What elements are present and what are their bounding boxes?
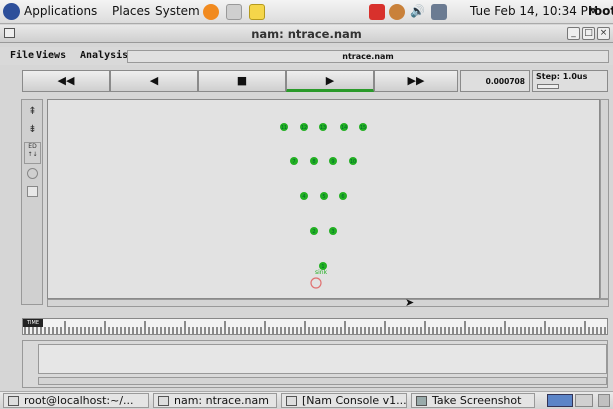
fast-forward-button[interactable]: ▶▶ bbox=[374, 70, 458, 92]
play-button[interactable]: ▶ bbox=[286, 70, 374, 92]
menu-views[interactable]: Views bbox=[36, 50, 66, 61]
applications-menu[interactable]: Applications bbox=[24, 4, 97, 18]
alert-icon[interactable] bbox=[369, 4, 385, 20]
system-menu[interactable]: System bbox=[155, 4, 200, 18]
volume-icon[interactable]: 🔊 bbox=[410, 4, 425, 18]
stop-button[interactable]: ■ bbox=[198, 70, 286, 92]
menu-file[interactable]: File bbox=[10, 50, 34, 61]
update-icon[interactable] bbox=[389, 4, 405, 20]
node-label-9: 9 bbox=[331, 159, 334, 165]
edit-tool-button[interactable]: ED ↑↓ bbox=[24, 142, 41, 164]
node-label-2: 2 bbox=[312, 229, 315, 235]
window-titlebar: nam: ntrace.nam _ □ × bbox=[0, 25, 613, 43]
node-label-11: 11 bbox=[281, 125, 287, 131]
window-icon bbox=[286, 396, 297, 406]
node-label-3: 3 bbox=[331, 229, 334, 235]
terminal-icon bbox=[8, 396, 19, 406]
step-control[interactable]: Step: 1.0us bbox=[532, 70, 608, 92]
trace-file-label: ntrace.nam bbox=[127, 50, 609, 63]
node-label-15: 15 bbox=[360, 125, 366, 131]
step-slider[interactable] bbox=[537, 84, 559, 89]
sink-label: sink bbox=[315, 269, 328, 276]
node-label-8: 8 bbox=[312, 159, 315, 165]
sink-range-ring bbox=[310, 277, 322, 289]
annotation-scrollbar[interactable] bbox=[38, 377, 607, 385]
node-label-10: 10 bbox=[350, 159, 356, 165]
camera-icon bbox=[416, 396, 427, 406]
step-back-button[interactable]: ◀ bbox=[110, 70, 198, 92]
taskbar-nam[interactable]: nam: ntrace.nam bbox=[153, 393, 277, 408]
network-topology: 11 12 13 14 157 8 9 104 5 62 31sink bbox=[280, 123, 367, 289]
network-icon[interactable] bbox=[431, 4, 447, 20]
fedora-logo-icon[interactable] bbox=[3, 3, 20, 20]
minimize-button[interactable]: _ bbox=[567, 27, 580, 40]
notes-icon[interactable] bbox=[249, 4, 265, 20]
taskbar-screenshot[interactable]: Take Screenshot bbox=[411, 393, 535, 408]
user-name[interactable]: root bbox=[588, 4, 613, 18]
node-label-14: 14 bbox=[341, 125, 347, 131]
timeline-label: TIME bbox=[23, 319, 43, 327]
annotation-list[interactable] bbox=[38, 344, 607, 374]
zoom-in-button[interactable]: ⇞ bbox=[24, 104, 41, 119]
time-display: 0.000708 bbox=[460, 70, 530, 92]
node-label-6: 6 bbox=[341, 194, 344, 200]
node-label-12: 12 bbox=[301, 125, 307, 131]
circle-tool-icon[interactable] bbox=[27, 168, 38, 179]
node-label-4: 4 bbox=[302, 194, 305, 200]
node-label-7: 7 bbox=[292, 159, 295, 165]
horizontal-scrollbar[interactable] bbox=[47, 299, 609, 307]
places-menu[interactable]: Places bbox=[112, 4, 150, 18]
taskbar-terminal[interactable]: root@localhost:~/... bbox=[3, 393, 149, 408]
workspace-2[interactable] bbox=[575, 394, 593, 407]
clock[interactable]: Tue Feb 14, 10:34 PM bbox=[470, 4, 598, 18]
taskbar-nam-console[interactable]: [Nam Console v1.... bbox=[281, 393, 407, 408]
top-panel: Applications Places System 🔊 Tue Feb 14,… bbox=[0, 0, 613, 24]
workspace-1[interactable] bbox=[547, 394, 573, 407]
vertical-scrollbar[interactable] bbox=[600, 99, 609, 299]
node-tool-icon[interactable] bbox=[27, 186, 38, 197]
window-title: nam: ntrace.nam bbox=[251, 27, 362, 41]
tool-palette: ⇞ ⇟ ED ↑↓ bbox=[21, 99, 43, 305]
animation-canvas[interactable]: 11 12 13 14 15 7 8 9 10 4 5 6 2 3 1 sink bbox=[47, 99, 600, 299]
node-label-13: 13 bbox=[320, 125, 326, 131]
menu-analysis[interactable]: Analysis bbox=[80, 50, 128, 61]
timeline-slider[interactable] bbox=[22, 318, 608, 335]
rewind-button[interactable]: ◀◀ bbox=[22, 70, 110, 92]
trash-icon[interactable] bbox=[598, 394, 610, 407]
mouse-cursor-icon: ➤ bbox=[405, 296, 415, 309]
step-label: Step: 1.0us bbox=[536, 72, 588, 81]
close-button[interactable]: × bbox=[597, 27, 610, 40]
node-label-5: 5 bbox=[322, 194, 325, 200]
window-icon bbox=[158, 396, 169, 406]
zoom-out-button[interactable]: ⇟ bbox=[24, 122, 41, 137]
timeline-ticks bbox=[24, 321, 606, 334]
mail-icon[interactable] bbox=[226, 4, 242, 20]
firefox-icon[interactable] bbox=[203, 4, 219, 20]
maximize-button[interactable]: □ bbox=[582, 27, 595, 40]
